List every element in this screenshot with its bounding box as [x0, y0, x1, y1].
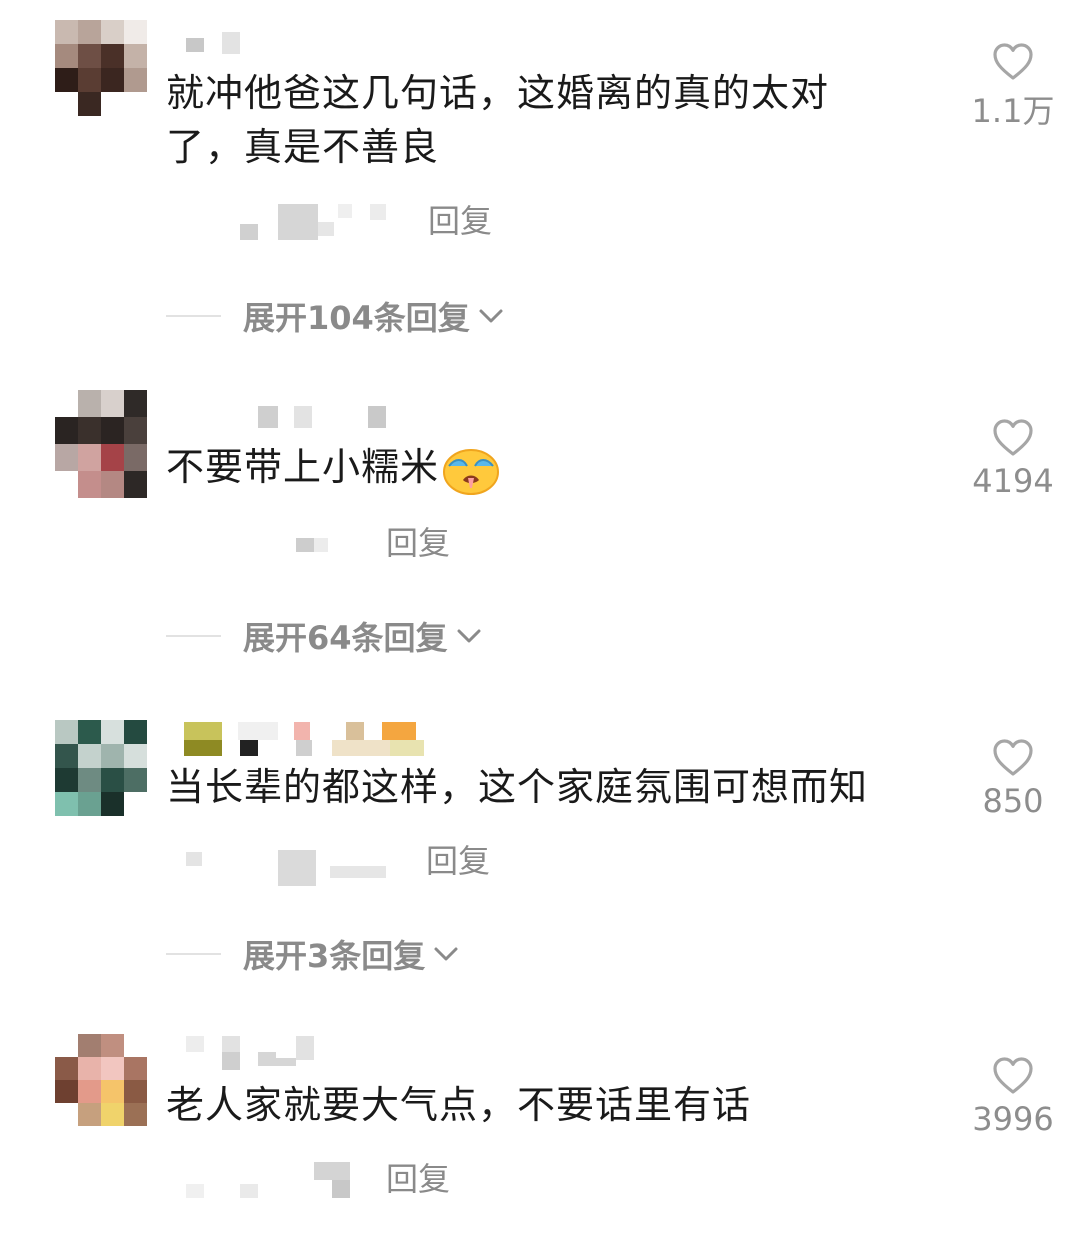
- like-button[interactable]: 4194: [958, 418, 1068, 500]
- divider: [166, 315, 221, 317]
- chevron-down-icon: [434, 947, 458, 961]
- like-count: 850: [982, 782, 1044, 820]
- username-mosaic[interactable]: [186, 32, 240, 54]
- like-count: 1.1万: [971, 92, 1055, 130]
- reply-button[interactable]: 回复: [386, 518, 450, 564]
- like-button[interactable]: 850: [958, 738, 1068, 820]
- expand-replies-label[interactable]: 展开64条回复: [243, 613, 448, 659]
- comment-text: 就冲他爸这几句话，这婚离的真的太对 了，真是不善良: [166, 71, 830, 169]
- reply-button[interactable]: 回复: [386, 1154, 450, 1200]
- expand-replies-label[interactable]: 展开3条回复: [243, 931, 425, 977]
- avatar[interactable]: [55, 720, 147, 816]
- like-button[interactable]: 3996: [958, 1056, 1068, 1138]
- expand-replies[interactable]: 展开104条回复: [166, 293, 506, 339]
- avatar[interactable]: [55, 1034, 147, 1126]
- heart-outline-icon: [993, 739, 1033, 776]
- like-count: 3996: [972, 1100, 1054, 1138]
- crying-face-emoji: [443, 448, 500, 495]
- comment-text: 不要带上小糯米: [166, 440, 501, 496]
- avatar[interactable]: [55, 20, 147, 116]
- chevron-down-icon: [479, 309, 503, 323]
- heart-outline-icon: [993, 43, 1033, 80]
- like-button[interactable]: 1.1万: [958, 42, 1068, 132]
- like-count: 4194: [972, 462, 1054, 500]
- chevron-down-icon: [457, 629, 481, 643]
- expand-replies-label[interactable]: 展开104条回复: [243, 293, 470, 339]
- expand-replies[interactable]: 展开64条回复: [166, 613, 484, 659]
- reply-button[interactable]: 回复: [428, 196, 492, 242]
- heart-outline-icon: [993, 1057, 1033, 1094]
- comment-text: 当长辈的都这样，这个家庭氛围可想而知: [166, 765, 869, 809]
- heart-outline-icon: [993, 419, 1033, 456]
- avatar[interactable]: [55, 390, 147, 498]
- divider: [166, 635, 221, 637]
- divider: [166, 953, 221, 955]
- expand-replies[interactable]: 展开3条回复: [166, 931, 461, 977]
- comment-text: 老人家就要大气点，不要话里有话: [166, 1083, 752, 1127]
- reply-button[interactable]: 回复: [426, 836, 490, 882]
- username-mosaic[interactable]: [258, 406, 386, 428]
